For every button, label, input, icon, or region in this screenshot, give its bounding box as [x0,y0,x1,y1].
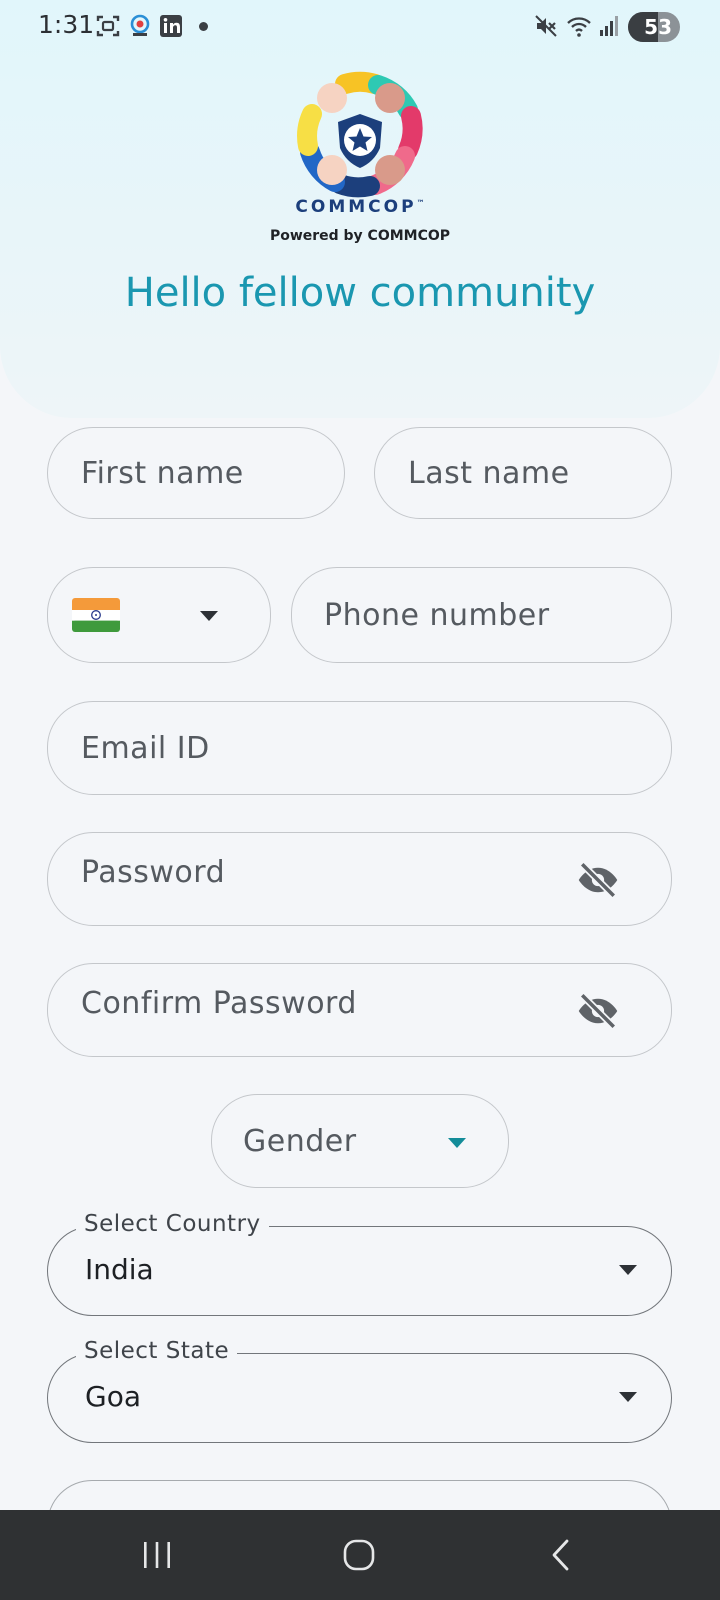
state-select-label: Select State [76,1338,238,1364]
screenshot-icon [96,15,120,37]
back-icon[interactable] [547,1538,575,1572]
country-select[interactable]: Select Country India [47,1211,672,1316]
country-select-label: Select Country [76,1211,269,1237]
status-bar: 1:31 53 [0,0,720,56]
app-notification-icon [130,14,150,36]
eye-off-icon[interactable] [577,990,619,1032]
navigation-bar [0,1510,720,1600]
first-name-placeholder: First name [81,455,244,491]
chevron-down-icon [619,1265,637,1275]
gender-placeholder: Gender [243,1123,357,1159]
email-input[interactable]: Email ID [47,701,672,795]
battery-level: 53 [644,15,672,39]
password-placeholder: Password [81,855,226,890]
confirm-password-input[interactable]: Confirm Password [47,963,672,1057]
chevron-down-icon [200,611,218,621]
notification-dot [199,22,208,31]
state-select-value: Goa [85,1380,141,1413]
mute-icon [535,15,557,37]
last-name-placeholder: Last name [408,455,570,491]
phone-number-input[interactable]: Phone number [291,567,672,663]
linkedin-icon [160,15,182,37]
country-code-dropdown[interactable] [47,567,271,663]
battery-icon: 53 [628,12,680,42]
recent-apps-icon[interactable] [141,1538,173,1572]
brand-name: COMMCOP™ [295,197,425,217]
status-time: 1:31 [38,10,95,39]
chevron-down-icon [448,1138,466,1148]
country-select-value: India [85,1253,154,1286]
home-icon[interactable] [341,1538,377,1572]
powered-by-text: Powered by COMMCOP [269,228,451,244]
signal-icon [600,16,618,36]
eye-off-icon[interactable] [577,859,619,901]
confirm-password-placeholder: Confirm Password [81,986,357,1021]
last-name-input[interactable]: Last name [374,427,672,519]
phone-number-placeholder: Phone number [324,597,550,633]
gender-dropdown[interactable]: Gender [211,1094,509,1188]
first-name-input[interactable]: First name [47,427,345,519]
page-title: Hello fellow community [124,270,596,316]
email-placeholder: Email ID [81,730,210,766]
state-select[interactable]: Select State Goa [47,1338,672,1443]
chevron-down-icon [619,1392,637,1402]
india-flag-icon [72,598,120,632]
password-input[interactable]: Password [47,832,672,926]
wifi-icon [567,17,591,37]
commcop-logo-icon [297,71,423,198]
